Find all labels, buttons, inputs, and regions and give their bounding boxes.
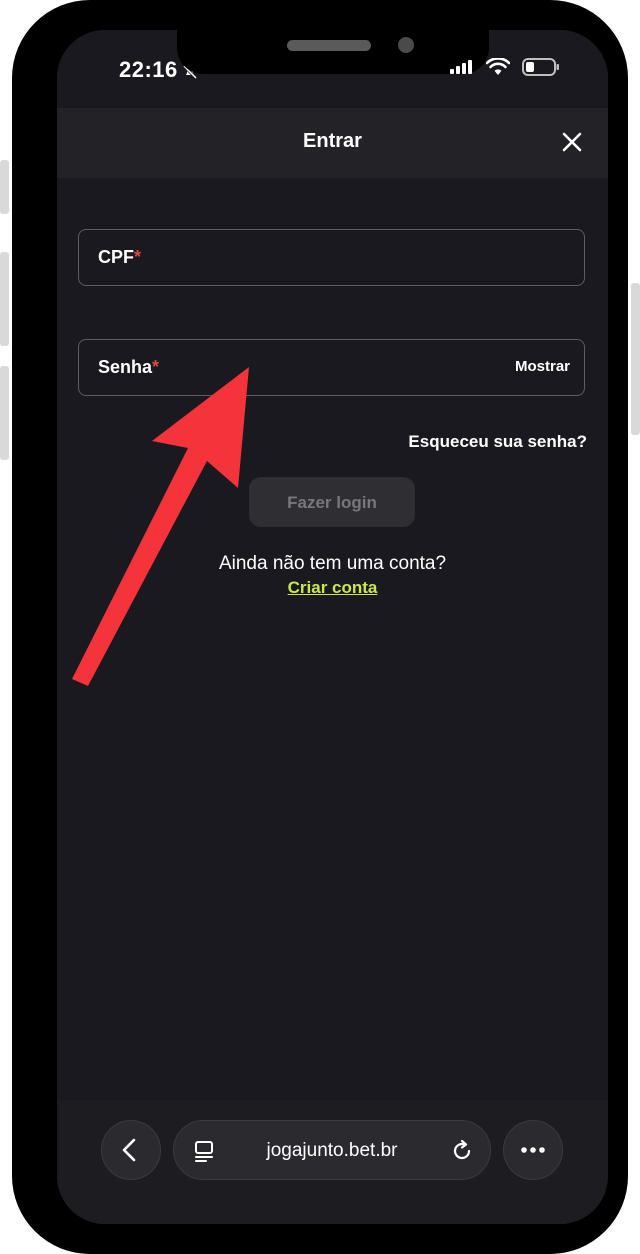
battery-icon (522, 58, 559, 76)
reload-icon[interactable] (450, 1139, 474, 1163)
status-indicators (450, 58, 560, 76)
close-icon (562, 132, 582, 152)
modal-header: Entrar (57, 108, 608, 178)
create-account-row: Criar conta (57, 578, 608, 598)
password-label-text: Senha (98, 357, 153, 377)
required-mark: * (152, 357, 160, 377)
cpf-input[interactable] (79, 230, 588, 287)
phone-frame: 22:16 Entrar CPF* Senha* Mostrar Esquece… (12, 0, 628, 1254)
cpf-label: CPF* (98, 247, 141, 268)
more-button[interactable] (503, 1120, 563, 1180)
password-field[interactable]: Senha* Mostrar (78, 339, 588, 397)
cellular-signal-icon (450, 60, 472, 74)
create-account-link[interactable]: Criar conta (288, 578, 378, 597)
phone-speaker (287, 40, 371, 51)
status-bar: 22:16 (57, 30, 608, 108)
back-button[interactable] (101, 1120, 161, 1180)
phone-screen: 22:16 Entrar CPF* Senha* Mostrar Esquece… (57, 30, 608, 1224)
url-text: jogajunto.bet.br (266, 1140, 398, 1161)
close-button[interactable] (558, 128, 586, 156)
chevron-left-icon (122, 1138, 136, 1162)
password-label: Senha* (98, 357, 159, 378)
address-bar[interactable]: jogajunto.bet.br (173, 1120, 491, 1180)
forgot-password-link[interactable]: Esqueceu sua senha? (408, 432, 587, 452)
show-password-toggle[interactable]: Mostrar (515, 358, 570, 375)
cpf-field[interactable]: CPF* (78, 229, 588, 287)
cpf-label-text: CPF (98, 247, 134, 267)
phone-mute-switch (0, 160, 9, 214)
wifi-icon (486, 58, 510, 75)
required-mark: * (134, 247, 142, 267)
login-button[interactable]: Fazer login (249, 477, 415, 527)
phone-power-button (631, 283, 640, 435)
phone-volume-down (0, 366, 9, 460)
no-account-text: Ainda não tem uma conta? (218, 553, 447, 574)
browser-toolbar: jogajunto.bet.br (57, 1100, 608, 1224)
page-title: Entrar (303, 130, 362, 152)
phone-notch (177, 30, 489, 74)
status-time: 22:16 (119, 57, 178, 82)
screenshot-stage: 22:16 Entrar CPF* Senha* Mostrar Esquece… (0, 0, 640, 1254)
phone-volume-up (0, 252, 9, 346)
more-icon (521, 1147, 545, 1153)
phone-camera (398, 37, 414, 53)
